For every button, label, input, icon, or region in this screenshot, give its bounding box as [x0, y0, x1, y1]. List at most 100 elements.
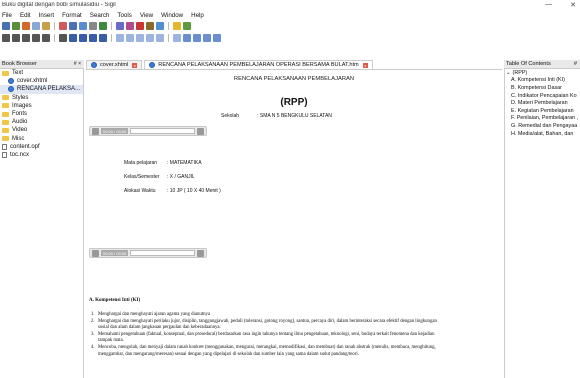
ki-number	[89, 325, 98, 332]
format-button-icon[interactable]	[42, 34, 50, 42]
toolbar-button-icon[interactable]	[146, 22, 154, 30]
book-browser-item[interactable]: Images	[0, 102, 83, 110]
menu-window[interactable]: Window	[161, 12, 183, 19]
toc-item[interactable]: E. Kegiatan Pembelajaran	[505, 107, 580, 115]
book-browser-item[interactable]: Fonts	[0, 110, 83, 118]
toc-item[interactable]: D. Materi Pembelajaran	[505, 99, 580, 107]
book-browser-item[interactable]: Audio	[0, 118, 83, 126]
menu-view[interactable]: View	[140, 12, 153, 19]
toc-item-label: C. Indikator Pencapaian Ko	[511, 92, 577, 99]
window-controls: — ✕	[545, 1, 576, 9]
format-button-icon[interactable]	[156, 34, 164, 42]
toolbar-button-icon[interactable]	[79, 22, 87, 30]
book-browser-item[interactable]: Misc	[0, 135, 83, 143]
toolbar-button-icon[interactable]	[69, 22, 77, 30]
format-button-icon[interactable]	[2, 34, 10, 42]
chevron-down-icon[interactable]: ⌄	[506, 70, 511, 76]
media-time: 00:00 / 00:00	[101, 250, 129, 256]
volume-icon[interactable]	[197, 249, 204, 257]
format-button-icon[interactable]	[146, 34, 154, 42]
format-button-icon[interactable]	[193, 34, 201, 42]
toolbar-button-icon[interactable]	[156, 22, 164, 30]
toc-item[interactable]: ⌄ (RPP)	[505, 69, 580, 77]
format-button-icon[interactable]	[32, 34, 40, 42]
ki-text: Mencoba, mengolah, dan menyaji dalam ran…	[98, 344, 436, 350]
tab-cover[interactable]: cover.xhtml x	[86, 60, 143, 69]
minimize-button[interactable]: —	[545, 1, 552, 9]
format-button-icon[interactable]	[183, 34, 191, 42]
format-button-icon[interactable]	[89, 34, 97, 42]
book-browser-item[interactable]: Text	[0, 69, 83, 77]
toolbar-button-icon[interactable]	[59, 22, 67, 30]
toolbar-button-icon[interactable]	[99, 22, 107, 30]
toolbar-button-icon[interactable]	[2, 22, 10, 30]
format-button-icon[interactable]	[136, 34, 144, 42]
folder-icon	[2, 127, 9, 133]
toc-item[interactable]: H. Media/alat, Bahan, dan	[505, 130, 580, 138]
toolbar-button-icon[interactable]	[32, 22, 40, 30]
format-button-icon[interactable]	[69, 34, 77, 42]
menu-search[interactable]: Search	[90, 12, 110, 19]
toolbar-button-icon[interactable]	[116, 22, 124, 30]
book-browser-item-label: Misc	[12, 135, 25, 142]
close-tab-icon[interactable]: x	[132, 62, 138, 68]
toc-item[interactable]: F. Penilaian, Pembelajaran ,	[505, 115, 580, 123]
format-button-icon[interactable]	[116, 34, 124, 42]
toolbar-button-icon[interactable]	[42, 22, 50, 30]
format-button-icon[interactable]	[99, 34, 107, 42]
ki-text: Memahami pengetahuan (faktual, konseptua…	[98, 331, 435, 337]
toc-item[interactable]: A. Kompetensi Inti (KI)	[505, 77, 580, 85]
format-button-icon[interactable]	[79, 34, 87, 42]
menu-format[interactable]: Format	[62, 12, 82, 19]
toolbar-button-icon[interactable]	[126, 22, 134, 30]
toolbar-button-icon[interactable]	[12, 22, 20, 30]
ki-text: sosial dan alam dalam jangkauan pergaula…	[98, 325, 221, 331]
toolbar-button-icon[interactable]	[22, 22, 30, 30]
book-view-editor[interactable]: RENCANA PELAKSANAAN PEMBELAJARAN (RPP) S…	[86, 71, 502, 378]
toolbar-button-icon[interactable]	[136, 22, 144, 30]
book-browser-item[interactable]: content.opf	[0, 143, 83, 151]
ki-text: Menghargai dan menghayati perilaku jujur…	[98, 318, 437, 324]
format-button-icon[interactable]	[213, 34, 221, 42]
menu-file[interactable]: File	[2, 12, 12, 19]
media-player[interactable]: 00:00 / 00:00	[89, 126, 207, 136]
toc-item[interactable]: B. Kompetensi Dasar	[505, 84, 580, 92]
play-icon[interactable]	[92, 127, 99, 135]
toolbar-button-icon[interactable]	[173, 22, 181, 30]
media-progress[interactable]	[130, 128, 195, 134]
book-browser-item-label: Images	[12, 102, 32, 109]
format-button-icon[interactable]	[12, 34, 20, 42]
play-icon[interactable]	[92, 249, 99, 257]
book-browser-item[interactable]: Video	[0, 126, 83, 134]
format-button-icon[interactable]	[59, 34, 67, 42]
format-button-icon[interactable]	[203, 34, 211, 42]
book-browser-item[interactable]: cover.xhtml	[0, 77, 83, 85]
toc-item[interactable]: C. Indikator Pencapaian Ko	[505, 92, 580, 100]
volume-icon[interactable]	[197, 127, 204, 135]
book-browser-item-label: Audio	[12, 119, 28, 126]
panel-pin-icon[interactable]: # ×	[74, 61, 81, 67]
tab-rencana[interactable]: RENCANA PELAKSANAAN PEMBELAJARAN OPERASI…	[144, 60, 373, 69]
toc-title: Table Of Contents	[506, 61, 551, 67]
media-progress[interactable]	[130, 250, 195, 256]
panel-pin-icon[interactable]: #	[574, 61, 577, 67]
close-button[interactable]: ✕	[570, 1, 576, 9]
folder-icon	[2, 136, 9, 142]
menu-insert[interactable]: Insert	[39, 12, 54, 19]
html-file-icon	[91, 62, 97, 68]
format-button-icon[interactable]	[126, 34, 134, 42]
toolbar-button-icon[interactable]	[89, 22, 97, 30]
folder-icon	[2, 111, 9, 117]
toolbar-button-icon[interactable]	[183, 22, 191, 30]
menu-edit[interactable]: Edit	[20, 12, 31, 19]
book-browser-item[interactable]: RENCANA PELAKSA...	[0, 85, 83, 94]
book-browser-item[interactable]: toc.ncx	[0, 151, 83, 159]
format-button-icon[interactable]	[22, 34, 30, 42]
book-browser-item[interactable]: Styles	[0, 94, 83, 102]
toc-item[interactable]: G. Remedial dan Pengayaa	[505, 122, 580, 130]
menu-tools[interactable]: Tools	[117, 12, 131, 19]
close-tab-icon[interactable]: x	[362, 62, 368, 68]
format-button-icon[interactable]	[173, 34, 181, 42]
menu-help[interactable]: Help	[191, 12, 204, 19]
media-player[interactable]: 00:00 / 00:00	[89, 248, 207, 258]
